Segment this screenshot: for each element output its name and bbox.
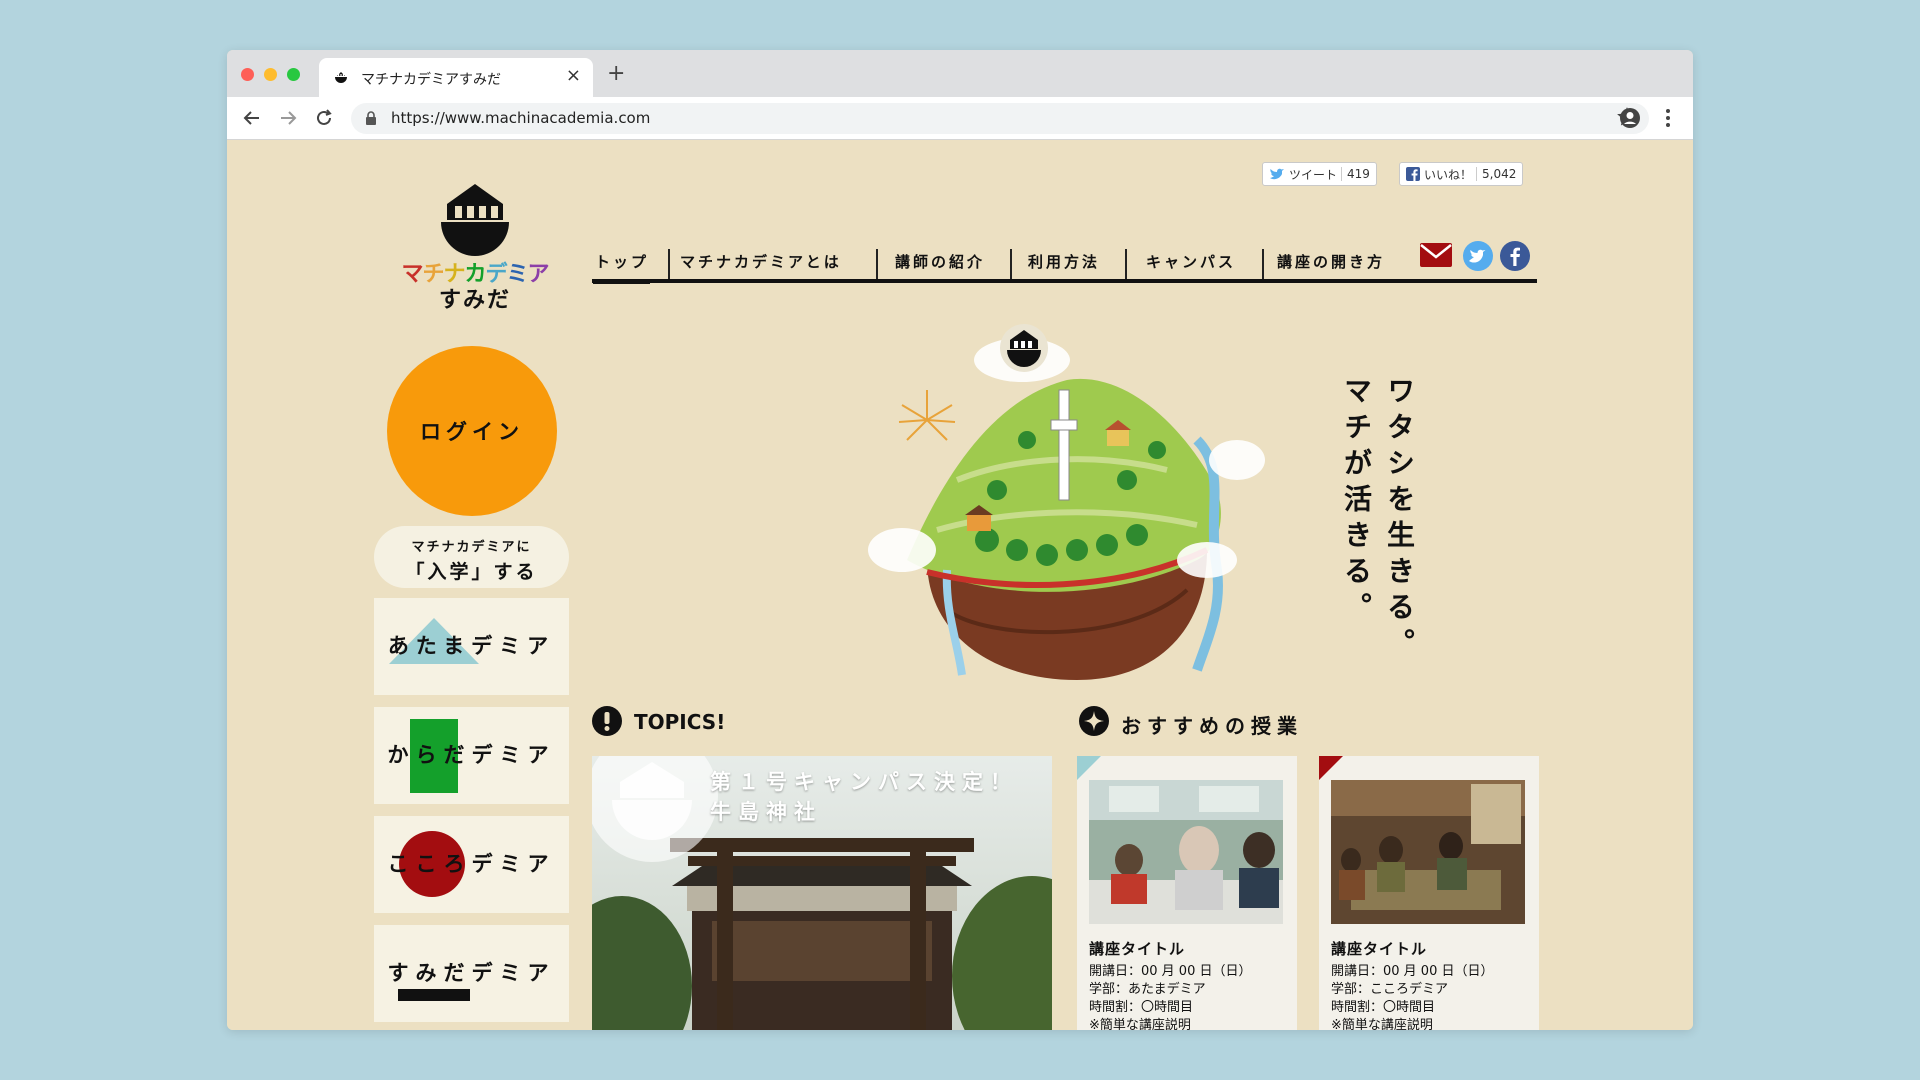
browser-window: マチナカデミアすみだ × + https://www.machinacademi…	[227, 50, 1693, 1030]
sparkle-icon	[1079, 706, 1109, 736]
facebook-round-icon[interactable]	[1499, 240, 1531, 272]
nav-separator	[876, 249, 878, 279]
department-label: すみだデミア	[387, 961, 556, 985]
minimize-window-button[interactable]	[264, 68, 277, 81]
nav-item-campus[interactable]: キャンパス	[1146, 251, 1236, 272]
global-nav: トップ マチナカデミアとは 講師の紹介 利用方法 キャンパス 講座の開き方	[592, 243, 1537, 284]
tab-title: マチナカデミアすみだ	[361, 72, 501, 88]
course-photo	[1331, 780, 1525, 924]
shrine-photo	[592, 756, 1052, 1030]
card-corner-accent	[1319, 756, 1343, 780]
new-tab-button[interactable]: +	[607, 62, 625, 86]
hero-island-illustration	[868, 324, 1265, 680]
course-date: 開講日：00 月 00 日（日）	[1089, 964, 1252, 979]
login-button[interactable]: ログイン	[387, 346, 557, 516]
course-title: 講座タイトル	[1331, 940, 1428, 958]
forward-arrow-icon[interactable]	[277, 107, 299, 129]
catchphrase-line1: ワタシを生きる。	[1383, 376, 1416, 664]
site-logo[interactable]: マチナカデミア すみだ	[375, 170, 575, 313]
tweet-count: 419	[1341, 167, 1370, 181]
mail-icon[interactable]	[1419, 240, 1453, 270]
course-faculty: 学部：あたまデミア	[1089, 982, 1206, 997]
department-kokoro[interactable]: こころデミア	[374, 816, 569, 913]
nav-item-top[interactable]: トップ	[595, 251, 649, 272]
course-faculty: 学部：こころデミア	[1331, 982, 1449, 997]
course-title: 講座タイトル	[1089, 940, 1186, 958]
logo-subtitle: すみだ	[438, 288, 511, 313]
nav-separator	[1262, 249, 1264, 279]
card-corner-accent	[1077, 756, 1101, 780]
bar-shape-icon	[398, 989, 470, 1001]
course-note: ※簡単な講座説明	[1089, 1018, 1191, 1030]
enroll-label-line1: マチナカデミアに	[411, 540, 532, 555]
topics-heading: TOPICS!	[634, 710, 726, 734]
like-label: いいね！	[1424, 167, 1473, 182]
nav-separator	[1010, 249, 1012, 279]
topic-title-line2: 牛島神社	[710, 800, 822, 824]
nav-separator	[1125, 249, 1127, 279]
facebook-icon	[1406, 167, 1420, 181]
like-count: 5,042	[1476, 167, 1516, 181]
department-atama[interactable]: あたまデミア	[374, 598, 569, 695]
enroll-label-line2: 「入学」する	[405, 561, 538, 583]
tweet-label: ツイート	[1289, 167, 1338, 182]
tweet-button[interactable]: ツイート 419	[1262, 162, 1377, 186]
nav-separator	[668, 249, 670, 279]
lock-icon	[366, 111, 376, 125]
department-sumida[interactable]: すみだデミア	[374, 925, 569, 1022]
department-label: からだデミア	[387, 743, 556, 767]
course-note: ※簡単な講座説明	[1331, 1018, 1433, 1030]
topic-title-line1: 第１号キャンパス決定！	[710, 770, 1018, 794]
twitter-bird-icon	[1270, 168, 1284, 180]
reload-icon[interactable]	[313, 107, 335, 129]
recommended-heading: おすすめの授業	[1121, 714, 1303, 738]
topic-card[interactable]: 第１号キャンパス決定！ 牛島神社	[592, 756, 1052, 1030]
course-date: 開講日：00 月 00 日（日）	[1331, 964, 1494, 979]
course-photo	[1089, 780, 1283, 924]
course-period: 時間割：〇時間目	[1089, 1000, 1194, 1015]
course-card[interactable]: 講座タイトル 開講日：00 月 00 日（日） 学部：こころデミア 時間割：〇時…	[1319, 756, 1539, 1030]
nav-active-indicator	[593, 279, 650, 284]
menu-kebab-icon[interactable]	[1657, 107, 1679, 129]
enroll-button[interactable]: マチナカデミアに 「入学」する	[374, 526, 569, 588]
maximize-window-button[interactable]	[287, 68, 300, 81]
catchphrase-line2: マチが活きる。	[1340, 376, 1373, 628]
back-arrow-icon[interactable]	[241, 107, 263, 129]
browser-tab[interactable]: マチナカデミアすみだ ×	[319, 58, 593, 97]
nav-item-instructors[interactable]: 講師の紹介	[895, 251, 985, 272]
exclamation-icon	[592, 706, 622, 736]
course-period: 時間割：〇時間目	[1331, 1000, 1436, 1015]
web-page: ツイート 419 いいね！ 5,042 マチナカデミア すみだ トップ マチナカ…	[227, 140, 1693, 1030]
address-bar[interactable]: https://www.machinacademia.com	[351, 103, 1649, 134]
account-icon[interactable]	[1619, 107, 1641, 129]
nav-item-how-to-use[interactable]: 利用方法	[1028, 251, 1100, 272]
browser-toolbar: https://www.machinacademia.com	[227, 97, 1693, 140]
department-label: こころデミア	[387, 852, 556, 876]
tab-bar: マチナカデミアすみだ × +	[227, 50, 1693, 97]
department-label: あたまデミア	[387, 634, 556, 658]
course-card[interactable]: 講座タイトル 開講日：00 月 00 日（日） 学部：あたまデミア 時間割：〇時…	[1077, 756, 1297, 1030]
twitter-icon[interactable]	[1462, 240, 1494, 272]
facebook-like-button[interactable]: いいね！ 5,042	[1399, 162, 1524, 186]
department-karada[interactable]: からだデミア	[374, 707, 569, 804]
close-window-button[interactable]	[241, 68, 254, 81]
nav-item-open-course[interactable]: 講座の開き方	[1277, 251, 1385, 272]
nav-item-about[interactable]: マチナカデミアとは	[680, 251, 842, 272]
url-text: https://www.machinacademia.com	[391, 109, 651, 127]
favicon-icon	[335, 72, 347, 83]
tab-close-icon[interactable]: ×	[566, 66, 581, 86]
